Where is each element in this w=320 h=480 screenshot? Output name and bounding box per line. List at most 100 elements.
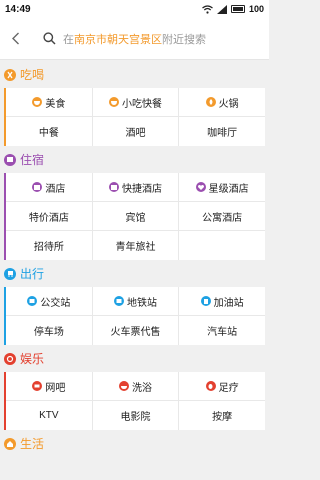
category-zhongcan[interactable]: 中餐 <box>6 117 93 146</box>
category-kafei[interactable]: 咖啡厅 <box>179 117 265 146</box>
panel-travel: 公交站 地铁站 加油站 停车场 火车票代售 汽车站 <box>4 287 265 345</box>
section-title-travel: 出行 <box>20 267 45 281</box>
search-location: 南京市朝天宫景区 <box>74 33 162 46</box>
bus-icon <box>4 267 16 280</box>
category-kuaijie[interactable]: 快捷酒店 <box>93 173 180 201</box>
back-arrow-icon <box>11 32 19 45</box>
category-label: 小吃快餐 <box>122 98 162 110</box>
panel-fun: 网吧 洗浴 足疗 KTV 电影院 按摩 <box>4 372 265 430</box>
category-label: 火车票代售 <box>110 327 161 338</box>
entertainment-icon <box>4 352 16 365</box>
category-label: 加油站 <box>213 297 244 309</box>
category-dianying[interactable]: 电影院 <box>93 401 180 430</box>
category-anmo[interactable]: 按摩 <box>179 401 265 430</box>
panel-stay: 酒店 快捷酒店 星级酒店 特价酒店 宾馆 公寓酒店 招待所 青年旅社 <box>4 173 265 260</box>
category-label: 中餐 <box>38 128 59 139</box>
fork-knife-icon <box>4 68 16 81</box>
category-label: 星级酒店 <box>208 183 249 195</box>
search-prefix: 在 <box>63 33 74 46</box>
category-label: 快捷酒店 <box>122 183 162 195</box>
category-wangba[interactable]: 网吧 <box>6 372 93 400</box>
category-label: 足疗 <box>218 382 239 394</box>
category-gongjiao[interactable]: 公交站 <box>6 287 93 315</box>
back-button[interactable] <box>0 18 30 60</box>
category-label: 汽车站 <box>207 327 238 338</box>
category-tejia[interactable]: 特价酒店 <box>6 202 93 230</box>
battery-icon <box>230 5 245 13</box>
internet-cafe-icon <box>32 381 43 391</box>
search-placeholder: 在南京市朝天宫景区附近搜索 <box>63 31 206 47</box>
status-bar: 14:49 100 <box>0 0 269 18</box>
category-ktv[interactable]: KTV <box>6 401 93 430</box>
section-header-travel: 出行 <box>0 260 269 287</box>
grid-row: 停车场 火车票代售 汽车站 <box>6 316 265 345</box>
bath-icon <box>119 381 129 391</box>
food-bowl-icon <box>32 97 43 107</box>
category-label: 按摩 <box>212 412 233 423</box>
category-label: 特价酒店 <box>28 212 69 224</box>
section-title-life: 生活 <box>20 437 45 451</box>
subway-icon <box>114 296 124 306</box>
category-label: 咖啡厅 <box>207 128 238 139</box>
category-zhaodaisuo[interactable]: 招待所 <box>6 231 93 260</box>
gas-station-icon <box>200 296 211 306</box>
grid-row: 中餐 酒吧 咖啡厅 <box>6 117 265 146</box>
category-label: 网吧 <box>45 382 66 394</box>
battery-level: 100 <box>248 4 264 14</box>
hotpot-icon <box>205 97 216 107</box>
category-xingji[interactable]: 星级酒店 <box>179 173 265 201</box>
category-binguan[interactable]: 宾馆 <box>93 202 180 230</box>
category-label: 电影院 <box>120 412 151 423</box>
section-title-fun: 娱乐 <box>20 352 45 366</box>
search-icon <box>38 28 60 50</box>
category-qiche[interactable]: 汽车站 <box>179 316 265 345</box>
category-xiaochi[interactable]: 小吃快餐 <box>93 88 180 116</box>
signal-icon <box>216 4 227 14</box>
category-label: KTV <box>39 410 59 421</box>
wifi-icon <box>202 4 213 14</box>
status-time: 14:49 <box>5 3 31 15</box>
bus-icon <box>27 296 38 306</box>
grid-row: 酒店 快捷酒店 星级酒店 <box>6 173 265 202</box>
grid-row: 特价酒店 宾馆 公寓酒店 <box>6 202 265 231</box>
category-ditie[interactable]: 地铁站 <box>93 287 180 315</box>
category-label: 火锅 <box>218 98 239 110</box>
grid-row: 网吧 洗浴 足疗 <box>6 372 265 401</box>
category-label: 公交站 <box>40 297 71 309</box>
category-jiudian[interactable]: 酒店 <box>6 173 93 201</box>
category-label: 宾馆 <box>125 212 146 224</box>
hotel-icon <box>4 153 16 166</box>
grid-row: 美食 小吃快餐 火锅 <box>6 88 265 117</box>
grid-row: 招待所 青年旅社 <box>6 231 265 260</box>
category-label: 洗浴 <box>132 382 152 394</box>
category-huoguo[interactable]: 火锅 <box>179 88 265 116</box>
search-suffix: 附近搜索 <box>162 33 206 46</box>
empty-cell <box>179 231 265 260</box>
category-huochepiao[interactable]: 火车票代售 <box>93 316 180 345</box>
category-jiayou[interactable]: 加油站 <box>179 287 265 315</box>
foot-icon <box>205 381 216 391</box>
category-tingche[interactable]: 停车场 <box>6 316 93 345</box>
category-label: 酒吧 <box>125 128 146 139</box>
category-xiyu[interactable]: 洗浴 <box>93 372 180 400</box>
status-icons: 100 <box>202 4 264 14</box>
snack-icon <box>109 97 119 107</box>
section-header-fun: 娱乐 <box>0 345 269 372</box>
section-title-stay: 住宿 <box>20 153 45 167</box>
category-jiuba[interactable]: 酒吧 <box>93 117 180 146</box>
category-gongyu[interactable]: 公寓酒店 <box>179 202 265 230</box>
section-title-food: 吃喝 <box>20 68 45 82</box>
category-label: 停车场 <box>33 327 64 338</box>
panel-food: 美食 小吃快餐 火锅 中餐 酒吧 咖啡厅 <box>4 88 265 146</box>
section-header-stay: 住宿 <box>0 146 269 173</box>
category-zuliao[interactable]: 足疗 <box>179 372 265 400</box>
category-qingnian[interactable]: 青年旅社 <box>93 231 180 260</box>
express-hotel-icon <box>109 182 119 192</box>
search-header: 在南京市朝天宫景区附近搜索 <box>0 18 269 60</box>
section-header-life: 生活 <box>0 430 269 457</box>
category-label: 地铁站 <box>127 297 157 309</box>
search-input[interactable]: 在南京市朝天宫景区附近搜索 <box>30 24 263 54</box>
category-meishi[interactable]: 美食 <box>6 88 93 116</box>
grid-row: KTV 电影院 按摩 <box>6 401 265 430</box>
section-header-food: 吃喝 <box>0 61 269 88</box>
